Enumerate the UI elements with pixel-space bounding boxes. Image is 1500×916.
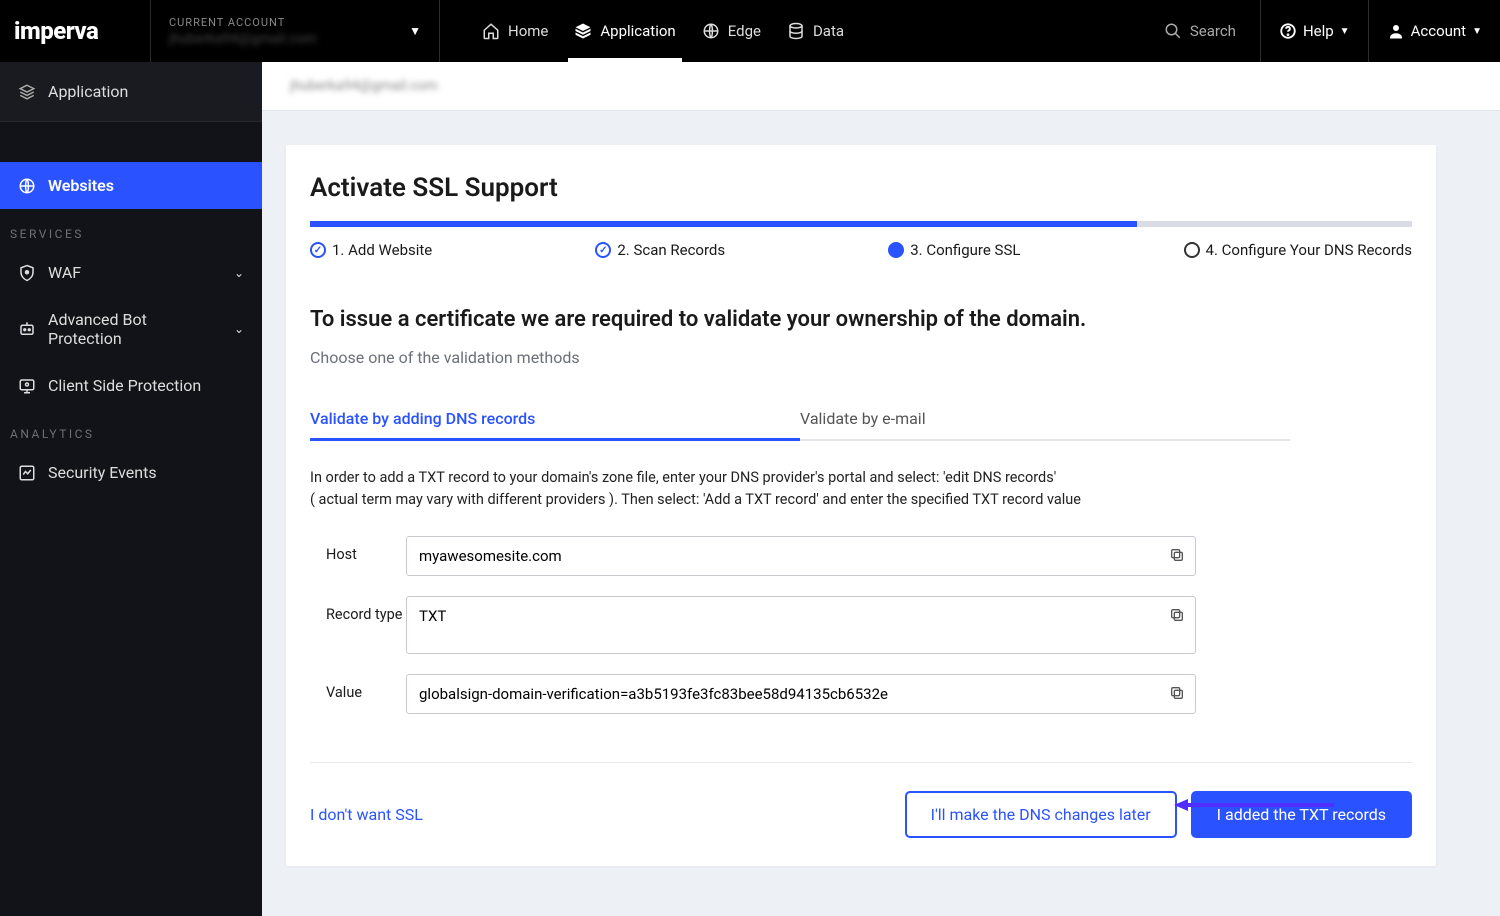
caret-down-icon: ▼ — [1472, 26, 1482, 37]
sidebar-item-abp[interactable]: Advanced Bot Protection ⌄ — [0, 296, 262, 362]
monitor-icon — [18, 377, 36, 395]
breadcrumb: jhuberka94@gmail.com — [262, 62, 1500, 111]
caret-down-icon: ▼ — [1340, 26, 1350, 37]
validation-tabs: Validate by adding DNS records Validate … — [286, 367, 1436, 441]
step-3: 3. Configure SSL — [888, 241, 1020, 259]
sidebar-item-websites[interactable]: Websites — [0, 162, 262, 209]
wizard-steps: 1. Add Website 2. Scan Records 3. Config… — [286, 227, 1436, 259]
search-icon — [1164, 22, 1182, 40]
bot-icon — [18, 320, 36, 338]
host-input[interactable] — [406, 536, 1196, 576]
nav-edge[interactable]: Edge — [702, 0, 761, 62]
dns-record-form: Host Record type — [286, 512, 1436, 714]
sidebar-item-waf[interactable]: WAF ⌄ — [0, 249, 262, 296]
step-4: 4. Configure Your DNS Records — [1184, 241, 1412, 259]
section-heading: To issue a certificate we are required t… — [286, 259, 1436, 338]
type-label: Record type — [326, 596, 406, 623]
step-2: 2. Scan Records — [595, 241, 725, 259]
sidebar-section-analytics: ANALYTICS — [0, 409, 262, 449]
chevron-down-icon: ⌄ — [234, 322, 244, 336]
help-icon — [1279, 22, 1297, 40]
nav-application[interactable]: Application — [574, 0, 675, 62]
annotation-arrow-icon — [1174, 797, 1334, 813]
sidebar: Application Websites SERVICES WAF ⌄ Adva… — [0, 62, 262, 916]
copy-host-button[interactable] — [1166, 544, 1188, 566]
skip-ssl-link[interactable]: I don't want SSL — [310, 805, 423, 824]
host-label: Host — [326, 536, 406, 563]
current-account-selector[interactable]: CURRENT ACCOUNT jhuberka94@gmail.com ▼ — [150, 0, 440, 62]
type-input[interactable] — [406, 596, 1196, 654]
chart-icon — [18, 464, 36, 482]
chevron-down-icon: ⌄ — [234, 266, 244, 280]
globe-icon — [702, 22, 720, 40]
stack-icon — [574, 22, 592, 40]
nav-help[interactable]: Help ▼ — [1260, 0, 1368, 62]
instructions: In order to add a TXT record to your dom… — [286, 441, 1436, 512]
sidebar-header: Application — [0, 62, 262, 122]
database-icon — [787, 22, 805, 40]
nav-account[interactable]: Account ▼ — [1368, 0, 1500, 62]
later-button[interactable]: I'll make the DNS changes later — [905, 791, 1177, 838]
stack-icon — [18, 83, 36, 101]
globe-icon — [18, 177, 36, 195]
current-account-email: jhuberka94@gmail.com — [169, 31, 415, 47]
ssl-card: Activate SSL Support 1. Add Website 2. S… — [286, 145, 1436, 866]
shield-icon — [18, 264, 36, 282]
tab-dns[interactable]: Validate by adding DNS records — [310, 399, 800, 441]
copy-value-button[interactable] — [1166, 682, 1188, 704]
nav-search[interactable]: Search — [1140, 22, 1260, 40]
current-account-label: CURRENT ACCOUNT — [169, 16, 415, 29]
tab-email[interactable]: Validate by e-mail — [800, 399, 1290, 441]
user-icon — [1387, 22, 1405, 40]
progress-bar — [310, 221, 1412, 227]
copy-type-button[interactable] — [1166, 604, 1188, 626]
brand-logo[interactable]: imperva — [0, 17, 150, 45]
nav-data[interactable]: Data — [787, 0, 844, 62]
sidebar-section-services: SERVICES — [0, 209, 262, 249]
caret-down-icon: ▼ — [409, 24, 421, 38]
page-title: Activate SSL Support — [286, 173, 1436, 221]
home-icon — [482, 22, 500, 40]
value-input[interactable] — [406, 674, 1196, 714]
step-1: 1. Add Website — [310, 241, 432, 259]
value-label: Value — [326, 674, 406, 701]
topnav: imperva CURRENT ACCOUNT jhuberka94@gmail… — [0, 0, 1500, 62]
section-sub: Choose one of the validation methods — [286, 338, 1436, 367]
sidebar-item-security-events[interactable]: Security Events — [0, 449, 262, 496]
sidebar-item-csp[interactable]: Client Side Protection — [0, 362, 262, 409]
nav-home[interactable]: Home — [482, 0, 548, 62]
main-content: jhuberka94@gmail.com Activate SSL Suppor… — [262, 62, 1500, 916]
